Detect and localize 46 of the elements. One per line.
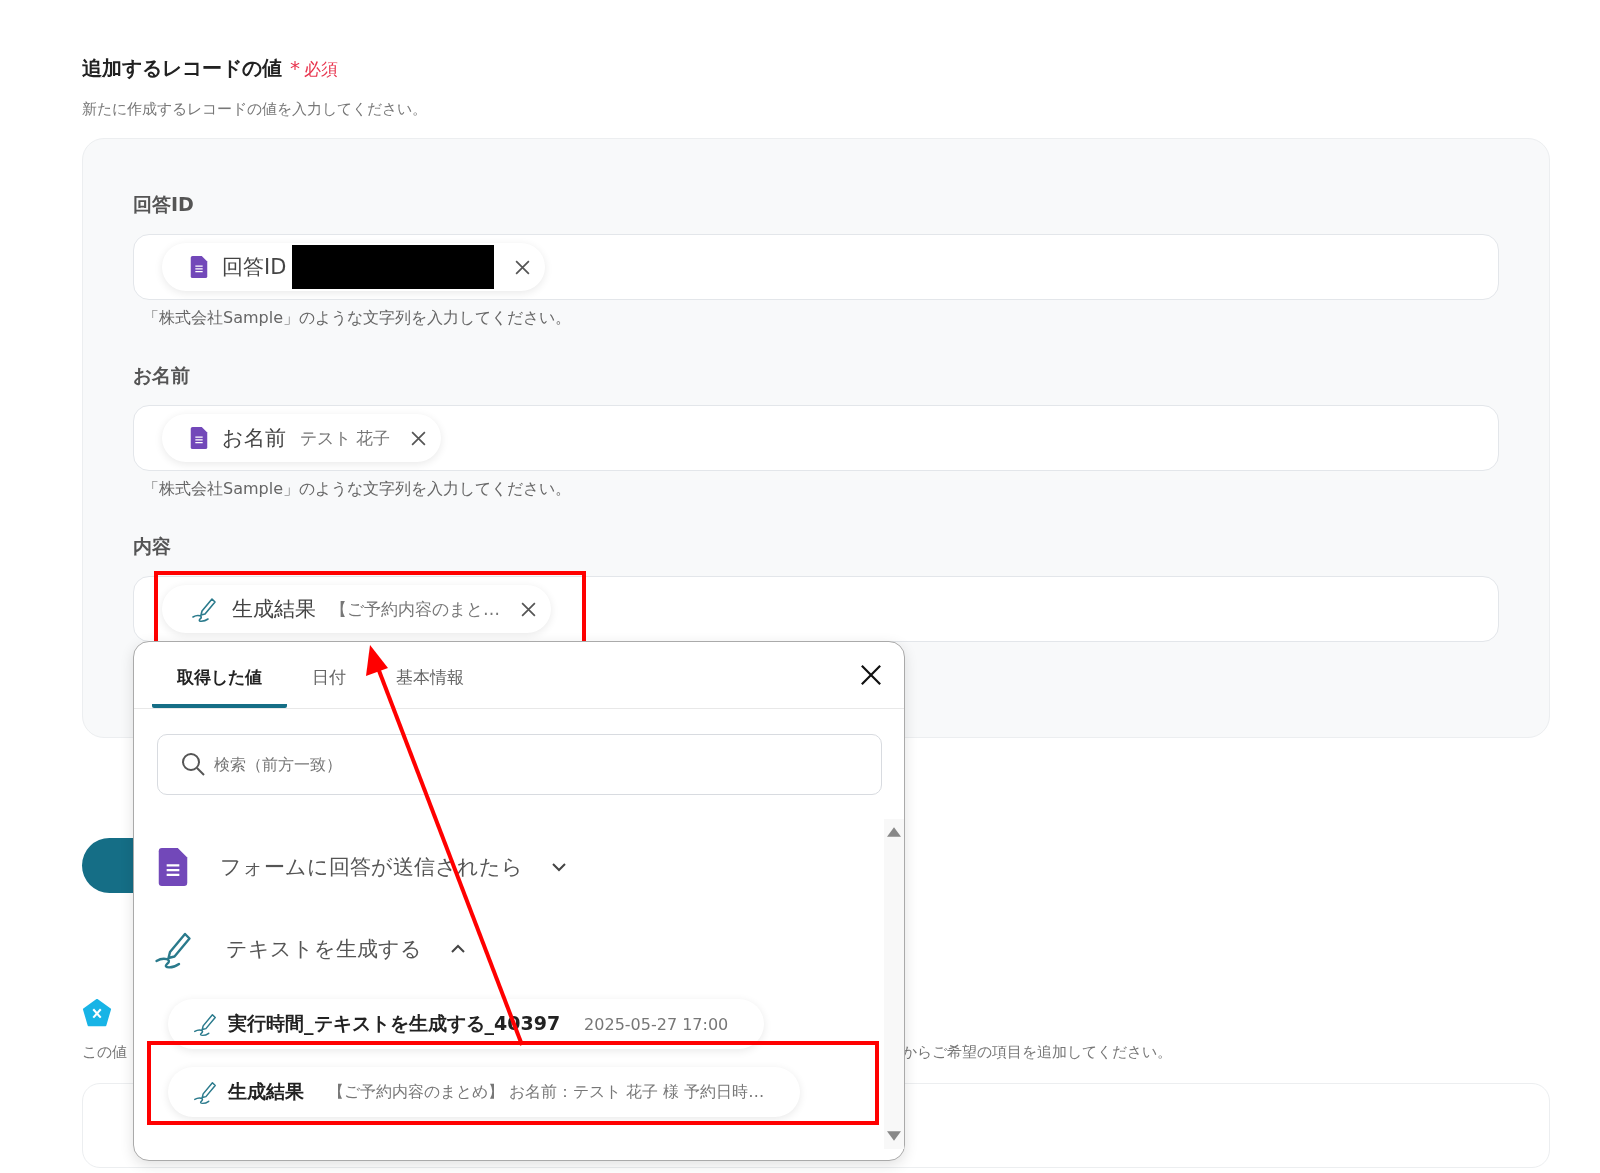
required-label: 必須 [304,58,338,81]
scroll-down-icon[interactable] [887,1131,901,1141]
close-icon[interactable] [410,429,428,447]
scroll-up-icon[interactable] [887,827,901,837]
chip-label: 回答ID [222,254,287,281]
input-field[interactable]: 回答ID [133,234,1499,300]
field-label: 回答ID [133,192,195,217]
document-icon [190,427,208,449]
pentagon-icon [82,998,112,1028]
item-value: 【ご予約内容のまとめ】 お名前：テスト 花子 様 予約日時… [328,1081,765,1103]
required-mark: * [290,56,300,80]
pen-icon [190,595,218,623]
input-field[interactable]: お名前 テスト 花子 [133,405,1499,471]
item-value: 2025-05-27 17:00 [584,1014,729,1034]
close-icon[interactable] [514,258,532,276]
variable-chip[interactable]: お名前 テスト 花子 [162,414,442,462]
tab[interactable]: 日付 [287,642,371,708]
group-header[interactable]: フォームに回答が送信されたら [158,835,884,899]
document-icon [190,256,208,278]
chip-label: お名前 [222,425,286,452]
variable-chip[interactable]: 生成結果 【ご予約内容のまと… [162,585,551,633]
group-header[interactable]: テキストを生成する [158,917,884,981]
variable-chip[interactable]: 回答ID [162,243,546,291]
field-label: 内容 [133,534,172,559]
field-label: お名前 [133,363,191,388]
search-field[interactable]: 検索（前方一致） [157,734,882,795]
chip-label: 生成結果 [232,596,316,623]
document-icon [158,848,188,886]
variable-item[interactable]: 生成結果 【ご予約内容のまとめ】 お名前：テスト 花子 様 予約日時… [168,1067,801,1117]
field-hint: 「株式会社Sample」のような文字列を入力してください。 [143,479,572,500]
chip-value: テスト 花子 [300,426,391,450]
section-description: 新たに作成するレコードの値を入力してください。 [82,100,428,119]
item-name: 生成結果 [228,1079,304,1104]
section-description: この値 [82,1043,127,1062]
close-icon[interactable] [860,664,882,686]
pen-icon [192,1079,218,1105]
input-field[interactable]: 生成結果 【ご予約内容のまと… [133,576,1499,642]
tab[interactable]: 基本情報 [371,642,489,708]
search-icon [181,752,205,776]
pen-icon [192,1011,218,1037]
scrollbar[interactable] [884,819,904,1149]
tab[interactable]: 取得した値 [152,642,287,708]
close-icon[interactable] [520,600,537,618]
chip-value: 【ご予約内容のまと… [330,597,500,621]
field-hint: 「株式会社Sample」のような文字列を入力してください。 [143,308,572,329]
section-title: 追加するレコードの値 [82,55,282,82]
